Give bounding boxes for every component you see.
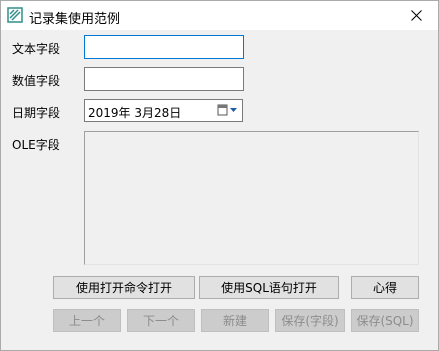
close-icon: [410, 10, 422, 21]
close-button[interactable]: [394, 1, 438, 30]
new-record-button[interactable]: 新建: [201, 309, 269, 332]
next-record-button[interactable]: 下一个: [127, 309, 195, 332]
title-bar[interactable]: 记录集使用范例: [1, 1, 438, 30]
date-field-label: 日期字段: [12, 106, 61, 120]
save-sql-button[interactable]: 保存(SQL): [351, 309, 419, 332]
dialog-window: 记录集使用范例 文本字段 数值字段 日期字段 2019年 3月28日 OLE字段…: [0, 0, 439, 351]
app-icon: [7, 7, 23, 23]
save-field-button[interactable]: 保存(字段): [275, 309, 345, 332]
calendar-dropdown-icon[interactable]: [217, 104, 239, 117]
dialog-body: 文本字段 数值字段 日期字段 2019年 3月28日 OLE字段 使用打开命令打…: [1, 30, 438, 350]
open-with-command-button[interactable]: 使用打开命令打开: [53, 276, 195, 299]
date-picker[interactable]: 2019年 3月28日: [84, 99, 243, 122]
window-title: 记录集使用范例: [29, 12, 121, 27]
date-value: 2019年 3月28日: [88, 106, 182, 120]
number-field-input[interactable]: [84, 67, 244, 91]
ole-field-box[interactable]: [84, 131, 419, 265]
text-field-label: 文本字段: [12, 42, 61, 56]
text-field-input[interactable]: [84, 35, 244, 59]
number-field-label: 数值字段: [12, 74, 61, 88]
ole-field-label: OLE字段: [12, 138, 60, 152]
prev-record-button[interactable]: 上一个: [53, 309, 121, 332]
open-with-sql-button[interactable]: 使用SQL语句打开: [199, 276, 339, 299]
notes-button[interactable]: 心得: [351, 276, 419, 299]
